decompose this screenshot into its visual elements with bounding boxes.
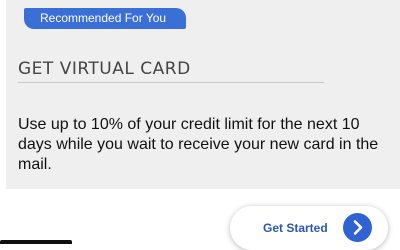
chevron-right-icon[interactable] (343, 213, 372, 242)
get-started-button[interactable]: Get Started (230, 206, 388, 250)
get-started-label: Get Started (263, 221, 328, 235)
recommended-badge: Recommended For You (24, 8, 187, 29)
promo-title: GET VIRTUAL CARD (18, 59, 191, 79)
partial-element-edge (0, 240, 72, 244)
promo-description: Use up to 10% of your credit limit for t… (18, 116, 379, 173)
title-divider (18, 82, 324, 83)
promo-card: Recommended For You GET VIRTUAL CARD Use… (6, 0, 400, 189)
